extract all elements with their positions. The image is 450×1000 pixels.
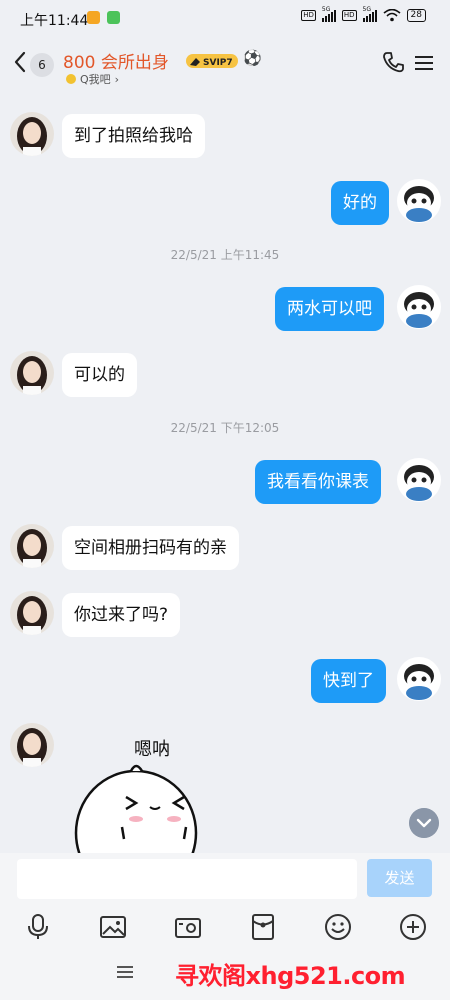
hd-badge: HD — [301, 10, 316, 21]
my-avatar[interactable] — [397, 657, 441, 701]
message-bubble[interactable]: 空间相册扫码有的亲 — [62, 526, 239, 570]
svip-badge: SVIP7 — [186, 54, 238, 68]
chat-subtitle[interactable]: Q我吧 › — [66, 71, 119, 87]
send-button[interactable]: 发送 — [367, 859, 432, 897]
smiley-icon — [66, 74, 76, 84]
unread-count-badge[interactable]: 6 — [30, 53, 54, 77]
message-bubble[interactable]: 你过来了吗? — [62, 593, 181, 637]
sticker-image[interactable]: 嗯呐 — [74, 735, 204, 853]
back-icon[interactable] — [12, 50, 28, 74]
message-bubble[interactable]: 好的 — [331, 181, 389, 225]
my-avatar[interactable] — [397, 285, 441, 329]
contact-avatar[interactable] — [10, 723, 54, 767]
status-indicators: HD 5G HD 5G 28 — [301, 6, 426, 22]
wifi-icon — [383, 9, 401, 22]
notification-chat-icon — [107, 11, 120, 24]
message-input[interactable] — [17, 859, 357, 899]
message-bubble[interactable]: 可以的 — [62, 353, 137, 397]
image-icon[interactable] — [99, 913, 127, 941]
contact-avatar[interactable] — [10, 351, 54, 395]
signal-icon-2: 5G — [362, 6, 377, 22]
chat-toolbar — [0, 905, 450, 949]
message-bubble[interactable]: 到了拍照给我哈 — [62, 114, 205, 158]
ear-icon: ⚽ — [243, 49, 262, 67]
menu-icon[interactable] — [414, 54, 434, 72]
message-bubble[interactable]: 快到了 — [311, 659, 386, 703]
plus-icon[interactable] — [399, 913, 427, 941]
my-avatar[interactable] — [397, 179, 441, 223]
message-bubble[interactable]: 两水可以吧 — [275, 287, 384, 331]
subtitle-text: Q我吧 — [80, 73, 111, 86]
contact-avatar[interactable] — [10, 524, 54, 568]
chat-title[interactable]: 800 会所出身 — [63, 48, 169, 73]
status-bar: 上午11:44 HD 5G HD 5G 28 — [0, 0, 450, 36]
red-packet-icon[interactable] — [249, 913, 277, 941]
my-avatar[interactable] — [397, 458, 441, 502]
emoji-icon[interactable] — [324, 913, 352, 941]
watermark-text: 寻欢阁xhg521.com — [175, 962, 406, 990]
svip-label: SVIP7 — [203, 58, 233, 68]
notification-app-icon — [87, 11, 100, 24]
status-time: 上午11:44 — [20, 13, 89, 29]
signal-icon: 5G — [321, 6, 336, 22]
input-bar: 发送 — [0, 853, 450, 905]
scroll-down-icon[interactable] — [409, 808, 439, 838]
camera-icon[interactable] — [174, 913, 202, 941]
system-nav-bar: 寻欢阁xhg521.com — [0, 949, 450, 1000]
microphone-icon[interactable] — [24, 913, 52, 941]
chat-header: 6 800 会所出身 SVIP7 ⚽ Q我吧 › — [0, 36, 450, 92]
battery-icon: 28 — [406, 9, 426, 22]
hd-badge-2: HD — [341, 10, 357, 21]
contact-avatar[interactable] — [10, 591, 54, 635]
nav-menu-icon[interactable] — [117, 965, 133, 979]
message-bubble[interactable]: 我看看你课表 — [255, 460, 381, 504]
timestamp: 22/5/21 下午12:05 — [170, 421, 280, 435]
chevron-right-icon: › — [114, 72, 120, 86]
phone-icon[interactable] — [382, 50, 404, 74]
sticker-caption: 嗯呐 — [134, 739, 170, 760]
timestamp: 22/5/21 上午11:45 — [170, 248, 280, 262]
contact-avatar[interactable] — [10, 112, 54, 156]
